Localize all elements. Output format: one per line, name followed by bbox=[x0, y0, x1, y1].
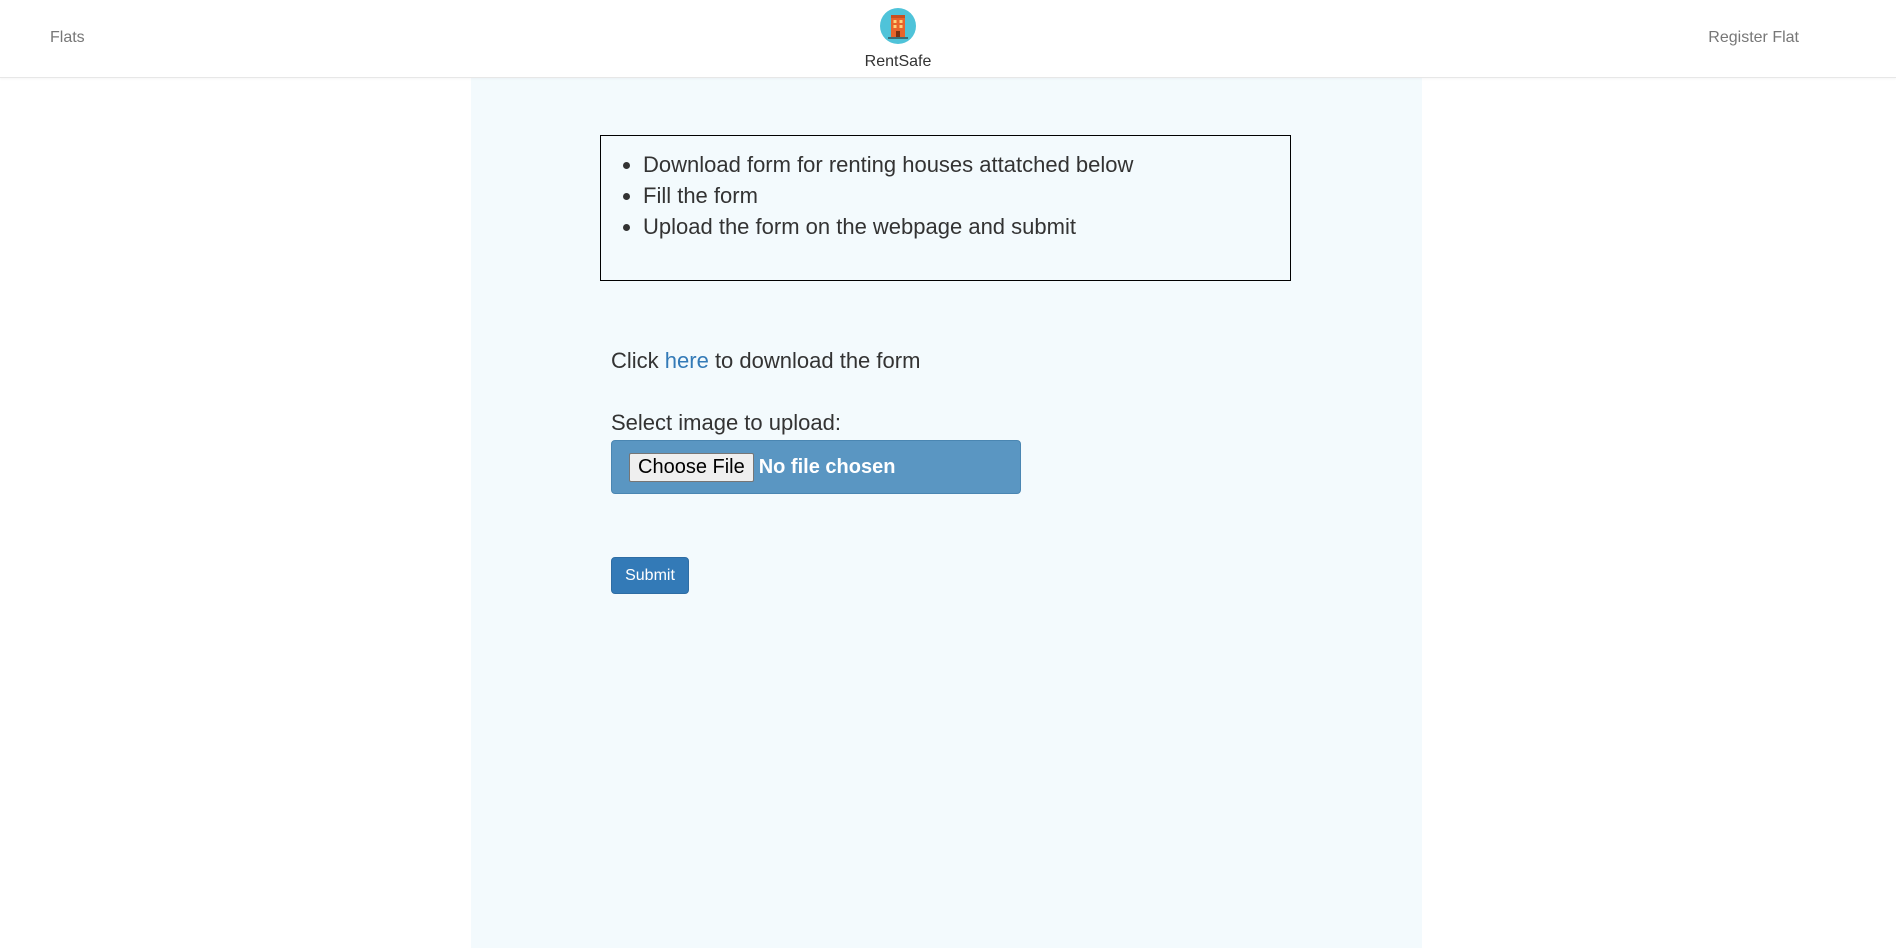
upload-label: Select image to upload: bbox=[611, 410, 841, 435]
main-panel: Download form for renting houses attatch… bbox=[471, 77, 1422, 948]
file-status-text: No file chosen bbox=[758, 455, 896, 478]
instruction-item: Fill the form bbox=[643, 180, 1290, 211]
instructions-box: Download form for renting houses attatch… bbox=[600, 135, 1291, 281]
apartment-building-icon bbox=[880, 8, 916, 44]
instruction-item: Download form for renting houses attatch… bbox=[643, 149, 1290, 180]
download-prefix: Click bbox=[611, 348, 665, 373]
top-navbar: Flats RentSafe Register Flat bbox=[0, 0, 1896, 78]
instructions-list: Download form for renting houses attatch… bbox=[601, 136, 1290, 242]
choose-file-button[interactable]: Choose File bbox=[629, 452, 754, 482]
brand[interactable]: RentSafe bbox=[0, 8, 1796, 71]
download-suffix: to download the form bbox=[708, 348, 921, 373]
file-upload-input[interactable]: Choose File No file chosen bbox=[611, 440, 1021, 494]
submit-button[interactable]: Submit bbox=[611, 557, 689, 594]
nav-link-register-flat[interactable]: Register Flat bbox=[1708, 29, 1799, 47]
brand-name: RentSafe bbox=[864, 53, 932, 70]
download-form-link[interactable]: here bbox=[665, 348, 709, 373]
download-instruction: Click here to download the form bbox=[611, 348, 920, 374]
instruction-item: Upload the form on the webpage and submi… bbox=[643, 211, 1290, 242]
